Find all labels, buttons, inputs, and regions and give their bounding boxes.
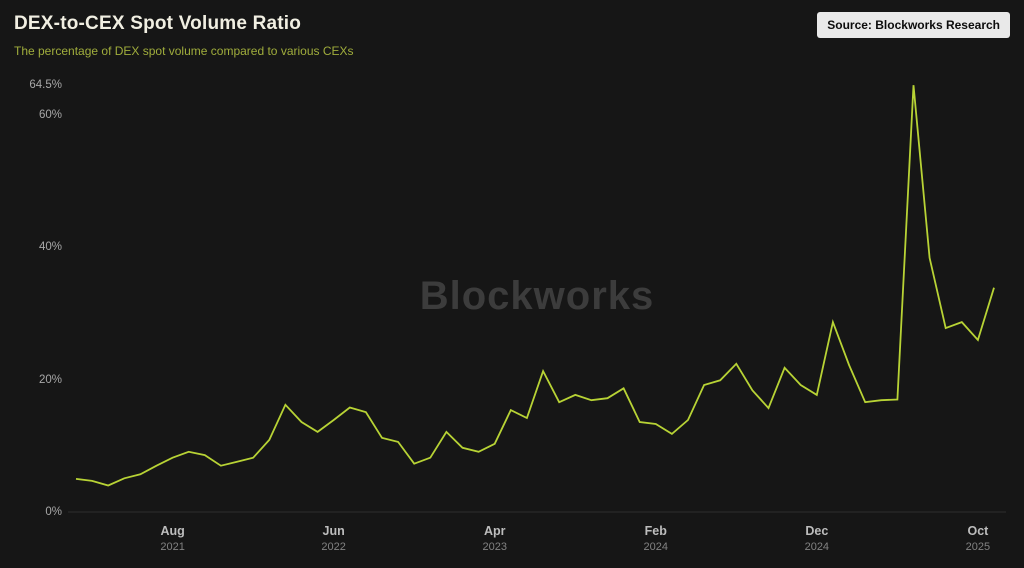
y-axis-tick-label: 60% xyxy=(0,107,62,123)
series-line xyxy=(76,85,994,485)
x-tick-month: Jun xyxy=(294,524,374,538)
chart-page: DEX-to-CEX Spot Volume Ratio The percent… xyxy=(0,0,1024,568)
y-axis-tick-label: 40% xyxy=(0,239,62,255)
chart-canvas xyxy=(0,0,1024,568)
x-tick-year: 2025 xyxy=(938,541,1018,553)
y-axis-tick-label: 0% xyxy=(0,504,62,520)
y-axis-tick-label: 64.5% xyxy=(0,77,62,93)
x-tick-month: Oct xyxy=(938,524,1018,538)
x-tick-year: 2021 xyxy=(133,541,213,553)
x-tick-month: Feb xyxy=(616,524,696,538)
x-axis-tick-label: Oct 2025 xyxy=(938,524,1018,553)
x-axis-tick-label: Feb 2024 xyxy=(616,524,696,553)
x-axis-tick-label: Jun 2022 xyxy=(294,524,374,553)
x-axis-tick-label: Aug 2021 xyxy=(133,524,213,553)
x-tick-month: Apr xyxy=(455,524,535,538)
x-axis-tick-label: Apr 2023 xyxy=(455,524,535,553)
y-axis-tick-label: 20% xyxy=(0,372,62,388)
x-tick-year: 2023 xyxy=(455,541,535,553)
x-tick-year: 2022 xyxy=(294,541,374,553)
x-tick-year: 2024 xyxy=(777,541,857,553)
x-axis-tick-label: Dec 2024 xyxy=(777,524,857,553)
x-tick-month: Dec xyxy=(777,524,857,538)
x-tick-year: 2024 xyxy=(616,541,696,553)
x-tick-month: Aug xyxy=(133,524,213,538)
line-chart: Blockworks 64.5%60%40%20%0% Aug2021Jun20… xyxy=(0,0,1024,568)
